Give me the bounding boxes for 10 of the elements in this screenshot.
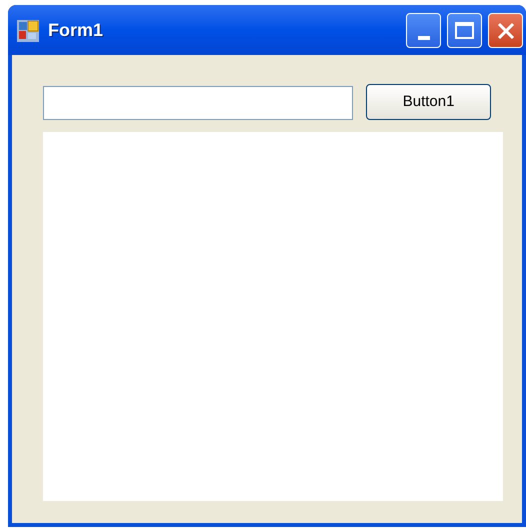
window-title: Form1 <box>48 19 104 42</box>
minimize-icon <box>418 36 430 40</box>
app-icon <box>16 18 40 42</box>
text-field[interactable] <box>43 86 354 120</box>
close-icon <box>496 22 514 40</box>
maximize-button[interactable] <box>447 13 482 48</box>
minimize-button[interactable] <box>406 13 441 48</box>
close-button[interactable] <box>488 13 523 48</box>
maximize-icon <box>455 22 474 39</box>
button1[interactable]: Button1 <box>366 84 491 120</box>
